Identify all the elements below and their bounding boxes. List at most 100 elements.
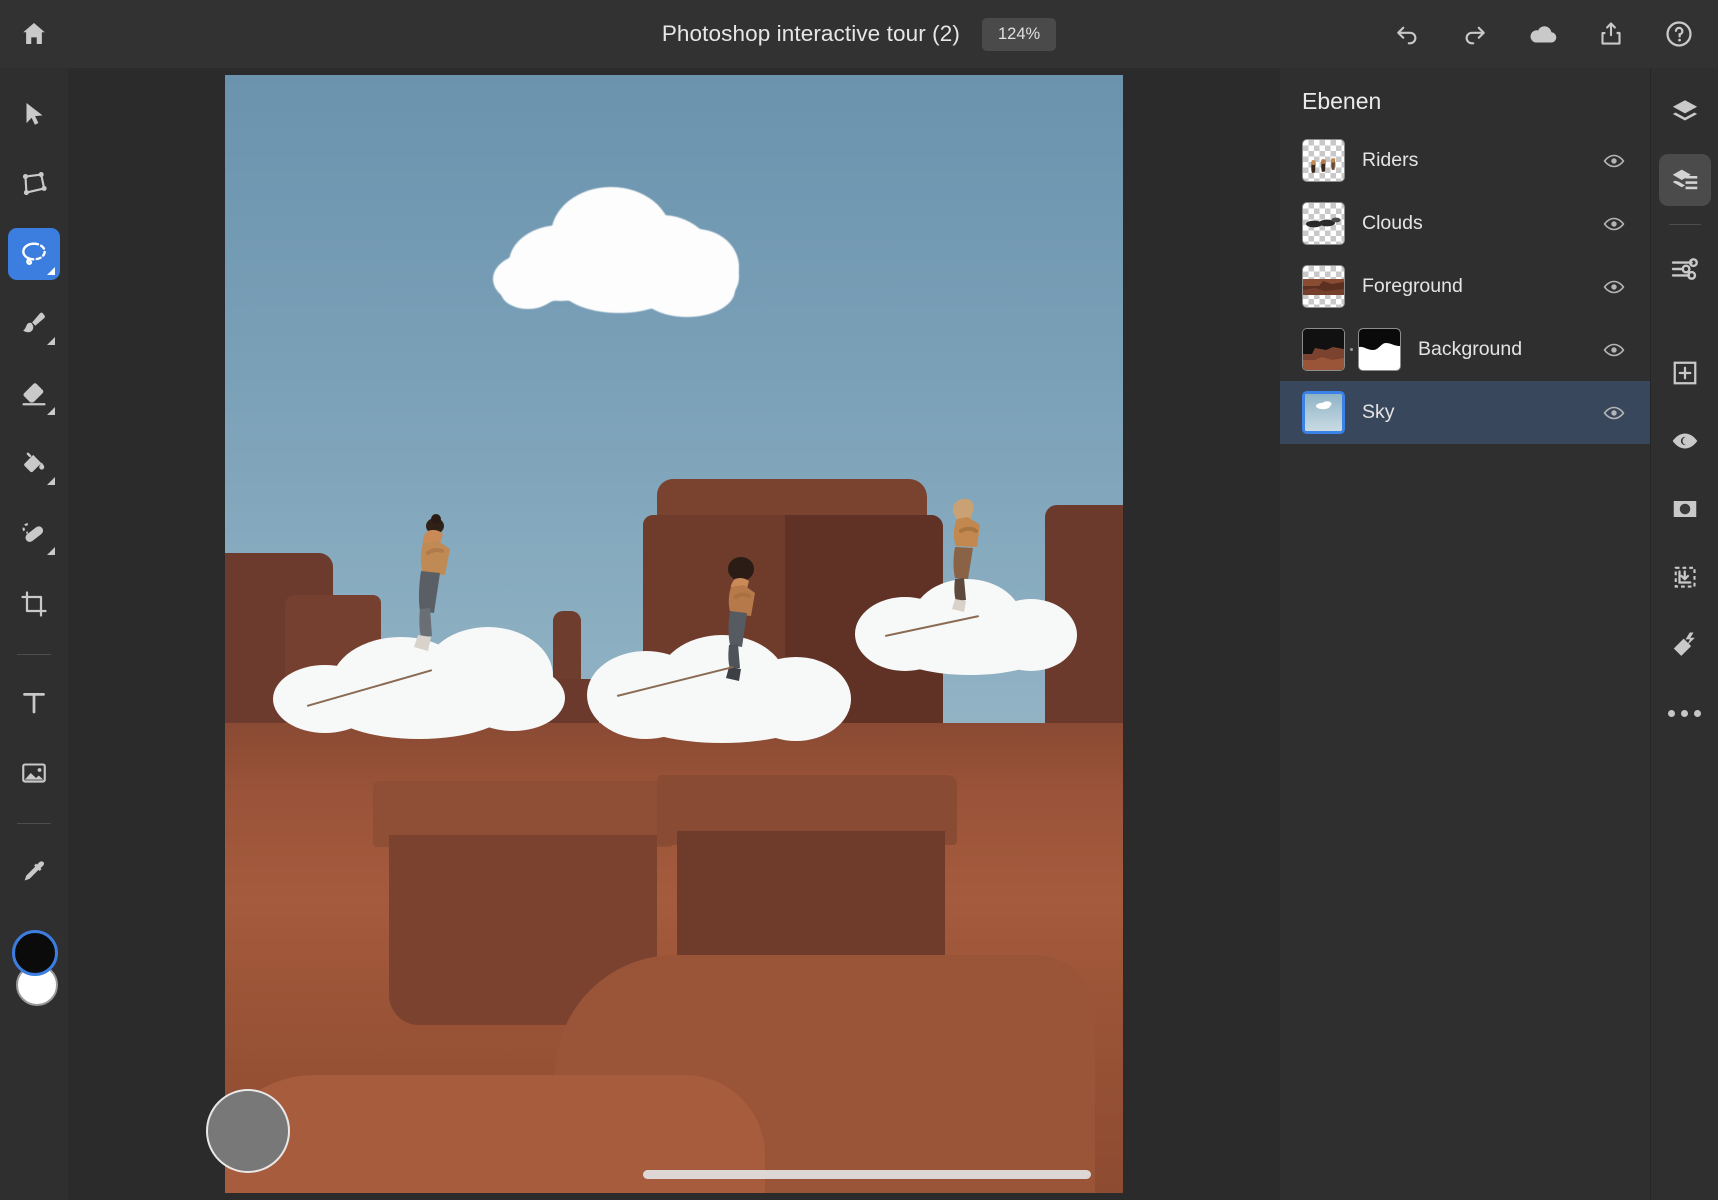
layer-row-foreground[interactable]: Foreground (1280, 255, 1650, 318)
type-icon (23, 693, 45, 714)
eye-icon (1603, 343, 1625, 356)
crop-icon (21, 591, 47, 617)
rider-3 (937, 493, 999, 633)
layer-row-clouds[interactable]: Clouds (1280, 192, 1650, 255)
tools-sidebar (0, 68, 68, 1200)
brush-icon (23, 312, 45, 333)
redo-button[interactable] (1458, 17, 1492, 51)
rider-figure-icon (726, 557, 755, 681)
rail-more-button[interactable] (1659, 687, 1711, 739)
touch-modifier-puck[interactable] (206, 1089, 290, 1173)
layer-thumbnail-group (1302, 202, 1345, 245)
right-icon-rail (1650, 68, 1718, 1200)
move-arrow-icon (26, 103, 43, 125)
layer-visibility-toggle[interactable] (1602, 338, 1626, 362)
layer-visibility-toggle[interactable] (1602, 212, 1626, 236)
share-button[interactable] (1594, 17, 1628, 51)
layer-visibility-toggle[interactable] (1602, 401, 1626, 425)
tool-crop[interactable] (8, 578, 60, 630)
home-button[interactable] (0, 0, 68, 68)
quick-actions-icon (1673, 632, 1695, 656)
rail-clipping-mask-button[interactable] (1659, 551, 1711, 603)
layer-name: Background (1418, 338, 1523, 360)
lasso-select-icon (22, 242, 46, 265)
layer-name: Riders (1362, 149, 1419, 171)
rail-layers-button[interactable] (1659, 86, 1711, 138)
layer-mask-thumbnail[interactable] (1358, 328, 1401, 371)
eye-icon (1603, 406, 1625, 419)
canvas-horizontal-scrollbar[interactable] (643, 1170, 1091, 1179)
layer-thumbnail-group (1302, 139, 1345, 182)
layer-thumbnail[interactable] (1302, 391, 1345, 434)
rail-divider (1668, 224, 1701, 225)
tool-flyout-indicator (47, 267, 55, 275)
clipping-mask-icon (1674, 566, 1696, 588)
tool-lasso-select[interactable] (8, 228, 60, 280)
cloud-icon (1530, 26, 1557, 43)
color-swatches[interactable] (6, 930, 62, 1006)
layer-visibility-toggle[interactable] (1602, 275, 1626, 299)
layer-name: Sky (1362, 401, 1395, 423)
tool-fill[interactable] (8, 438, 60, 490)
layer-thumbnail-group (1302, 328, 1401, 371)
home-icon (23, 23, 45, 44)
tool-brush[interactable] (8, 298, 60, 350)
canvas-area[interactable] (68, 68, 1280, 1200)
healing-brush-icon (22, 523, 44, 542)
rider-1 (395, 511, 467, 681)
toolbar-divider (17, 654, 51, 655)
rail-quick-actions-button[interactable] (1659, 619, 1711, 671)
layer-thumbnail-group (1302, 265, 1345, 308)
help-button[interactable] (1662, 17, 1696, 51)
layer-thumbnail[interactable] (1302, 202, 1345, 245)
visibility-eye-icon (1672, 433, 1697, 449)
layer-row-background[interactable]: Background (1280, 318, 1650, 381)
rider-2 (711, 553, 775, 695)
cloud-documents-button[interactable] (1526, 17, 1560, 51)
help-icon (1666, 21, 1692, 47)
rail-adjustments-button[interactable] (1659, 243, 1711, 295)
layer-thumbnail[interactable] (1302, 265, 1345, 308)
paint-bucket-icon (24, 452, 45, 473)
layer-visibility-toggle[interactable] (1602, 149, 1626, 173)
tool-eyedropper[interactable] (8, 846, 60, 898)
tool-healing-brush[interactable] (8, 508, 60, 560)
rail-layer-mask-button[interactable] (1659, 483, 1711, 535)
layer-name: Foreground (1362, 275, 1463, 297)
layer-mask-icon (1673, 501, 1696, 517)
eye-icon (1603, 154, 1625, 167)
layer-thumbnail-group (1302, 391, 1345, 434)
top-bar: Photoshop interactive tour (2) 124% (0, 0, 1718, 68)
undo-button[interactable] (1390, 17, 1424, 51)
layer-thumbnail[interactable] (1302, 139, 1345, 182)
layer-mask-icon (1359, 329, 1400, 370)
zoom-level-badge[interactable]: 124% (981, 17, 1057, 51)
transform-icon (22, 172, 47, 196)
layer-properties-icon (1672, 169, 1697, 190)
sky-thumbnail-icon (1305, 394, 1342, 431)
tool-move[interactable] (8, 88, 60, 140)
tool-transform[interactable] (8, 158, 60, 210)
tool-flyout-indicator (47, 337, 55, 345)
image-icon (22, 763, 46, 783)
layer-row-sky[interactable]: Sky (1280, 381, 1650, 444)
undo-icon (1397, 26, 1417, 45)
layer-thumbnail[interactable] (1302, 328, 1345, 371)
artboard[interactable] (225, 75, 1123, 1193)
foreground-color-swatch[interactable] (12, 930, 58, 976)
document-title: Photoshop interactive tour (2) (661, 21, 960, 46)
rail-add-layer-button[interactable] (1659, 347, 1711, 399)
tool-eraser[interactable] (8, 368, 60, 420)
rider-figure-icon (952, 498, 980, 612)
tool-flyout-indicator (47, 547, 55, 555)
layers-panel: Ebenen Riders Clouds Foreground Backgrou… (1280, 68, 1650, 1200)
toolbar-divider (17, 823, 51, 824)
tool-type[interactable] (8, 677, 60, 729)
eye-icon (1603, 217, 1625, 230)
layer-row-riders[interactable]: Riders (1280, 129, 1650, 192)
clouds-thumbnail-icon (1306, 217, 1341, 228)
tool-place-image[interactable] (8, 747, 60, 799)
rail-layer-properties-button[interactable] (1658, 154, 1711, 206)
rail-visibility-button[interactable] (1659, 415, 1711, 467)
top-bar-actions (1390, 0, 1696, 68)
